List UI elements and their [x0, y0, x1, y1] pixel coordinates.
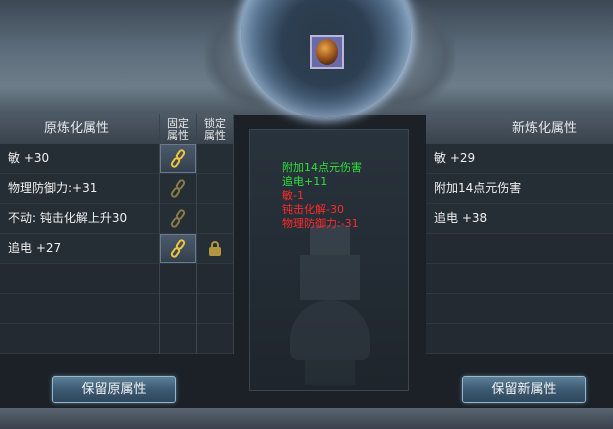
original-attributes-panel: 敏 +30 物理防御力:+31 不动: 钝击化解上升30 追电 +27 — [0, 144, 234, 354]
original-row-empty — [0, 324, 234, 354]
new-row: 附加14点元伤害 — [426, 174, 613, 204]
new-attributes-panel: 敏 +29 附加14点元伤害 追电 +38 — [426, 144, 613, 354]
new-row: 追电 +38 — [426, 204, 613, 234]
new-attr-text: 追电 +38 — [434, 211, 488, 225]
left-title: 原炼化属性 — [44, 121, 110, 136]
col-lock-header: 锁定 属性 — [198, 118, 232, 142]
keep-new-button[interactable]: 保留新属性 — [462, 376, 586, 403]
right-header: 新炼化属性 — [426, 114, 613, 145]
col-fixed-header: 固定 属性 — [161, 118, 195, 142]
item-slot[interactable] — [310, 35, 344, 69]
original-row: 追电 +27 — [0, 234, 234, 264]
original-row-empty — [0, 264, 234, 294]
new-attr-text: 附加14点元伤害 — [434, 181, 522, 195]
new-row-empty — [426, 324, 613, 354]
change-line: 物理防御力:-31 — [282, 217, 359, 230]
new-row-empty — [426, 294, 613, 324]
right-title: 新炼化属性 — [512, 121, 578, 136]
lock-icon[interactable] — [208, 241, 222, 256]
new-row: 敏 +29 — [426, 144, 613, 174]
chain-icon[interactable] — [169, 237, 187, 260]
bottom-decoration — [0, 408, 613, 429]
keep-original-button[interactable]: 保留原属性 — [52, 376, 176, 403]
original-attr-text: 物理防御力:+31 — [8, 181, 98, 195]
change-line: 敏-1 — [282, 189, 304, 202]
original-attr-text: 敏 +30 — [8, 151, 50, 165]
change-preview-panel: 附加14点元伤害 追电+11 敏-1 钝击化解-30 物理防御力:-31 — [249, 129, 409, 391]
original-row-empty — [0, 294, 234, 324]
original-attr-text: 追电 +27 — [8, 241, 62, 255]
change-line: 钝击化解-30 — [282, 203, 344, 216]
brazier-decoration — [285, 225, 375, 385]
change-line: 附加14点元伤害 — [282, 161, 362, 174]
original-row: 不动: 钝击化解上升30 — [0, 204, 234, 234]
original-row: 物理防御力:+31 — [0, 174, 234, 204]
divider — [233, 114, 234, 354]
amulet-icon — [316, 39, 338, 65]
chain-icon[interactable] — [169, 207, 187, 230]
chain-icon[interactable] — [169, 177, 187, 200]
change-line: 追电+11 — [282, 175, 328, 188]
divider — [159, 114, 160, 354]
new-row-empty — [426, 264, 613, 294]
divider — [196, 114, 197, 354]
col-lock-line2: 属性 — [204, 129, 226, 142]
col-fixed-line2: 属性 — [167, 129, 189, 142]
original-row: 敏 +30 — [0, 144, 234, 174]
original-attr-text: 不动: 钝击化解上升30 — [8, 211, 128, 225]
new-row-empty — [426, 234, 613, 264]
new-attr-text: 敏 +29 — [434, 151, 476, 165]
chain-icon[interactable] — [169, 147, 187, 170]
